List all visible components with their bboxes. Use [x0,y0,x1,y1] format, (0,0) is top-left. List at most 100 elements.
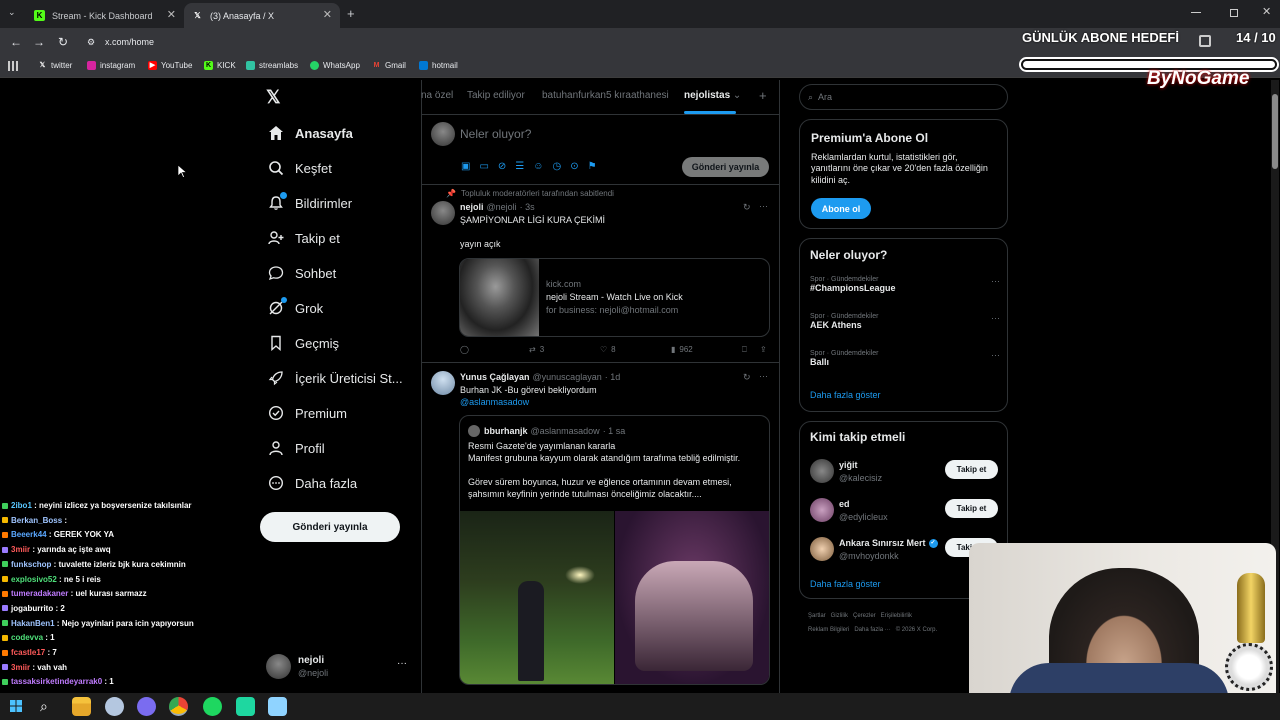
location-icon[interactable]: ⊙ [570,161,578,172]
subscribe-button[interactable]: Abone ol [811,198,871,219]
follow-button[interactable]: Takip et [945,460,998,479]
post-avatar[interactable] [431,371,455,395]
link-card[interactable]: kick.com nejoli Stream - Watch Live on K… [459,258,770,337]
tab-list-batuhan[interactable]: batuhanfurkan5 kıraathanesi [542,90,669,101]
follow-avatar[interactable] [810,459,834,483]
close-window-icon[interactable]: ✕ [1262,5,1271,18]
post-avatar[interactable] [431,201,455,225]
nav-follow[interactable]: Takip et [267,229,340,247]
follow-button[interactable]: Takip et [945,499,998,518]
minimize-icon[interactable] [1191,12,1201,13]
x-logo-icon[interactable]: 𝕏 [266,87,281,108]
author-name[interactable]: nejoli [460,202,484,212]
share-button[interactable]: ⇪ [760,345,767,354]
grok-icon[interactable]: ↻ [743,372,751,383]
kick-studio-icon[interactable] [236,697,255,716]
nav-more[interactable]: Daha fazla [267,474,357,492]
nav-notifications[interactable]: Bildirimler [267,192,352,212]
post-time[interactable]: · 3s [520,202,535,212]
post-time[interactable]: · 1d [605,372,621,382]
grok-icon[interactable]: ⊘ [498,161,506,172]
follow-handle[interactable]: @mvhoydonkk [839,551,899,561]
bookmark-button[interactable]: ⎕ [742,345,747,355]
follow-name[interactable]: yiğit [839,460,858,470]
quoted-post[interactable]: bburhanjk @aslanmasadow · 1 sa Resmi Gaz… [459,415,770,685]
close-tab-icon[interactable]: ✕ [167,8,176,21]
emoji-icon[interactable]: ☺ [533,161,543,172]
follow-handle[interactable]: @kalecisiz [839,473,882,483]
spotify-icon[interactable] [203,697,222,716]
site-info-icon[interactable]: ⚙ [87,37,95,48]
compose-post-button[interactable]: Gönderi yayınla [682,157,769,177]
follow-name[interactable]: ed [839,499,850,509]
more-icon[interactable]: ··· [991,276,1000,286]
author-handle[interactable]: @yunuscaglayan [533,372,602,382]
search-box[interactable]: ⌕ Ara [799,84,1008,110]
compose-input[interactable]: Neler oluyor? [460,127,531,141]
views-button[interactable]: ▮ 962 [671,345,693,354]
close-tab-icon[interactable]: ✕ [323,8,332,21]
more-icon[interactable]: ··· [759,371,768,381]
trend-item[interactable]: Spor · Gündemdekiler Ballı ··· [810,350,1000,367]
app-icon[interactable] [105,697,124,716]
tab-list-chevron-icon[interactable]: ⌄ [8,7,16,18]
address-bar[interactable]: x.com/home [105,37,154,47]
show-more-link[interactable]: Daha fazla göster [810,579,881,589]
bookmark-streamlabs[interactable]: streamlabs [246,61,298,70]
follow-handle[interactable]: @edylicleux [839,512,888,522]
tab-following[interactable]: Takip ediliyor [467,90,525,101]
grok-icon[interactable]: ↻ [743,202,751,213]
author-name[interactable]: Yunus Çağlayan [460,372,530,382]
tab-nejolistas[interactable]: nejolistas ⌄ [684,90,741,101]
nav-chat[interactable]: Sohbet [267,264,336,282]
app-icon[interactable] [268,697,287,716]
bookmark-instagram[interactable]: instagram [87,61,135,70]
taskbar-search-icon[interactable]: ⌕ [40,698,48,715]
media-icon[interactable]: ▣ [461,161,470,172]
bookmark-twitter[interactable]: 𝕏twitter [38,61,73,70]
author-handle[interactable]: @nejoli [487,202,517,212]
windows-start-icon[interactable] [10,700,22,712]
discord-icon[interactable] [137,697,156,716]
more-icon[interactable]: ··· [759,201,768,211]
nav-bookmarks[interactable]: Geçmiş [267,334,339,352]
forward-icon[interactable]: → [33,35,45,49]
extensions-icon[interactable] [1199,35,1211,47]
nav-home[interactable]: Anasayfa [267,124,353,142]
mention-link[interactable]: @aslanmasadow [460,397,529,407]
more-icon[interactable]: ··· [991,313,1000,323]
file-explorer-icon[interactable] [72,697,91,716]
flag-icon[interactable]: ⚑ [588,161,597,172]
gif-icon[interactable]: ▭ [479,161,488,172]
add-tab-icon[interactable]: + [759,88,767,103]
poll-icon[interactable]: ☰ [515,161,524,172]
bookmark-gmail[interactable]: M Gmail [372,61,406,70]
tab-for-you[interactable]: na özel [421,90,453,101]
bookmark-kick[interactable]: K KICK [204,61,236,70]
bookmark-youtube[interactable]: ▶ YouTube [148,61,192,70]
new-tab-icon[interactable]: + [347,6,355,21]
bookmark-whatsapp[interactable]: WhatsApp [310,61,360,70]
nav-profile[interactable]: Profil [267,439,325,457]
trend-item[interactable]: Spor · Gündemdekiler AEK Athens ··· [810,313,1000,330]
follow-name[interactable]: Ankara Sınırsız Mert [839,538,926,548]
quote-image-group[interactable] [615,511,769,684]
footer-links[interactable]: Şartlar Gizlilik Çerezler Erişilebilirli… [808,613,912,619]
restore-icon[interactable] [1230,9,1238,17]
trend-item[interactable]: Spor · Gündemdekiler #ChampionsLeague ··… [810,276,1000,293]
nav-premium[interactable]: Premium [267,404,347,422]
more-icon[interactable]: ··· [991,350,1000,360]
account-switcher[interactable]: nejoli @nejoli ··· [266,654,411,682]
show-more-link[interactable]: Daha fazla göster [810,390,881,400]
tab-kick-dashboard[interactable]: K Stream - Kick Dashboard ✕ [26,3,184,28]
repost-button[interactable]: ⇄ 3 [529,345,544,354]
reload-icon[interactable]: ↻ [58,35,68,49]
tab-x-home[interactable]: 𝕏 (3) Anasayfa / X ✕ [184,3,340,28]
quote-image-man[interactable] [460,511,614,684]
nav-explore[interactable]: Keşfet [267,159,332,177]
like-button[interactable]: ♡ 8 [600,345,616,354]
nav-creator-studio[interactable]: İçerik Üreticisi St... [267,369,403,387]
back-icon[interactable]: ← [10,35,22,49]
bookmark-hotmail[interactable]: hotmail [419,61,458,70]
schedule-icon[interactable]: ◷ [552,161,561,172]
